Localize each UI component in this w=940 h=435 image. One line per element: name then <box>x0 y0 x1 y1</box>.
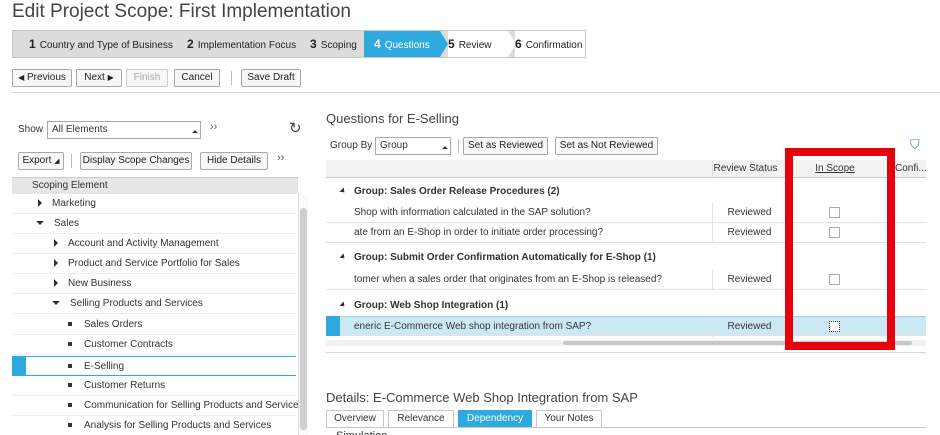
tree-item-marketing[interactable]: Marketing <box>12 194 296 214</box>
group-header[interactable]: Group: Submit Order Confirmation Automat… <box>339 248 656 268</box>
save-draft-button[interactable]: Save Draft <box>241 69 301 87</box>
collapse-icon[interactable] <box>339 187 347 195</box>
details-title: Details: E-Commerce Web Shop Integration… <box>326 390 638 405</box>
wizard-step-country[interactable]: 1 Country and Type of Business <box>13 31 179 57</box>
tree-item-communication[interactable]: Communication for Selling Products and S… <box>12 396 304 416</box>
tree-item-e-selling[interactable]: E-Selling <box>12 356 296 376</box>
tab-relevance[interactable]: Relevance <box>388 410 454 427</box>
tree-item-sales[interactable]: Sales <box>12 214 296 234</box>
group-by-select[interactable]: Group <box>375 137 451 155</box>
tab-your-notes[interactable]: Your Notes <box>536 410 602 427</box>
bullet-icon <box>68 322 72 327</box>
more-actions-icon[interactable]: ›› <box>277 152 284 164</box>
display-scope-changes-button[interactable]: Display Scope Changes <box>80 152 192 170</box>
set-as-not-reviewed-button[interactable]: Set as Not Reviewed <box>555 137 658 155</box>
questions-title: Questions for E-Selling <box>326 111 459 126</box>
previous-button[interactable]: ◀ Previous <box>12 69 72 87</box>
tree-item-selling-products[interactable]: Selling Products and Services <box>12 294 296 314</box>
tree-item-account-activity[interactable]: Account and Activity Management <box>12 234 296 254</box>
collapse-icon[interactable] <box>52 301 60 306</box>
wizard-steps: 1 Country and Type of Business 2 Implement… <box>12 30 586 58</box>
cancel-button[interactable]: Cancel <box>174 69 220 87</box>
tree-header: Scoping Element <box>12 178 298 194</box>
bullet-icon <box>68 403 72 408</box>
tree-item-customer-contracts[interactable]: Customer Contracts <box>12 335 296 355</box>
next-button[interactable]: Next ▶ <box>76 69 122 87</box>
column-review-status[interactable]: Review Status <box>712 160 778 178</box>
column-confirmation[interactable]: Confi... <box>895 160 926 178</box>
show-label: Show <box>18 124 44 135</box>
expand-icon[interactable] <box>54 279 58 288</box>
tree-item-customer-returns[interactable]: Customer Returns <box>12 376 296 396</box>
tab-overview[interactable]: Overview <box>326 410 384 427</box>
collapse-icon[interactable] <box>339 253 347 261</box>
bullet-icon <box>68 383 72 388</box>
expand-icon[interactable] <box>54 259 58 268</box>
set-as-reviewed-button[interactable]: Set as Reviewed <box>463 137 548 155</box>
wizard-step-confirmation[interactable]: 6 Confirmation <box>515 31 585 57</box>
group-header[interactable]: Group: Web Shop Integration (1) <box>339 296 508 316</box>
expand-icon[interactable] <box>54 239 58 248</box>
bullet-icon <box>68 342 72 347</box>
simulation-section: Simulation <box>336 430 387 435</box>
tree-item-analysis[interactable]: Analysis for Selling Products and Servic… <box>12 416 296 435</box>
tree-item-product-service-portfolio[interactable]: Product and Service Portfolio for Sales <box>12 254 296 274</box>
dropdown-icon: ◢ <box>54 158 60 165</box>
refresh-icon[interactable]: ↻ <box>289 119 302 137</box>
hide-details-button[interactable]: Hide Details <box>200 152 268 170</box>
wizard-step-review[interactable]: 5 Review <box>448 31 508 57</box>
wizard-step-scoping[interactable]: 3 Scoping <box>310 31 368 57</box>
scoping-tree: Scoping Element Marketing Sales Account … <box>12 177 308 435</box>
bullet-icon <box>68 364 72 369</box>
wizard-step-questions[interactable]: 4 Questions <box>364 31 440 57</box>
filter-icon[interactable]: ⛉ <box>910 137 920 153</box>
bullet-icon <box>68 423 72 428</box>
wizard-step-focus[interactable]: 2 Implementation Focus <box>187 31 311 57</box>
in-scope-highlight <box>785 148 895 350</box>
collapse-icon[interactable] <box>36 221 44 226</box>
show-select[interactable]: All Elements <box>47 121 201 139</box>
expand-icon[interactable] <box>38 199 42 208</box>
page-title: Edit Project Scope: First Implementation <box>12 1 351 22</box>
chevron-right-icon: ▶ <box>107 73 114 82</box>
selected-row-indicator <box>326 316 340 336</box>
tree-scroll-thumb[interactable] <box>300 208 307 430</box>
group-by-label: Group By <box>330 140 373 151</box>
tree-item-sales-orders[interactable]: Sales Orders <box>12 315 296 335</box>
collapse-icon[interactable] <box>339 301 347 309</box>
export-button[interactable]: Export ◢ <box>18 152 64 170</box>
finish-button[interactable]: Finish <box>126 69 168 87</box>
tab-dependency[interactable]: Dependency <box>458 410 532 427</box>
tree-item-new-business[interactable]: New Business <box>12 274 296 294</box>
group-header[interactable]: Group: Sales Order Release Procedures (2… <box>339 182 560 202</box>
expand-more-icon[interactable]: ›› <box>210 121 217 133</box>
chevron-left-icon: ◀ <box>18 73 25 82</box>
